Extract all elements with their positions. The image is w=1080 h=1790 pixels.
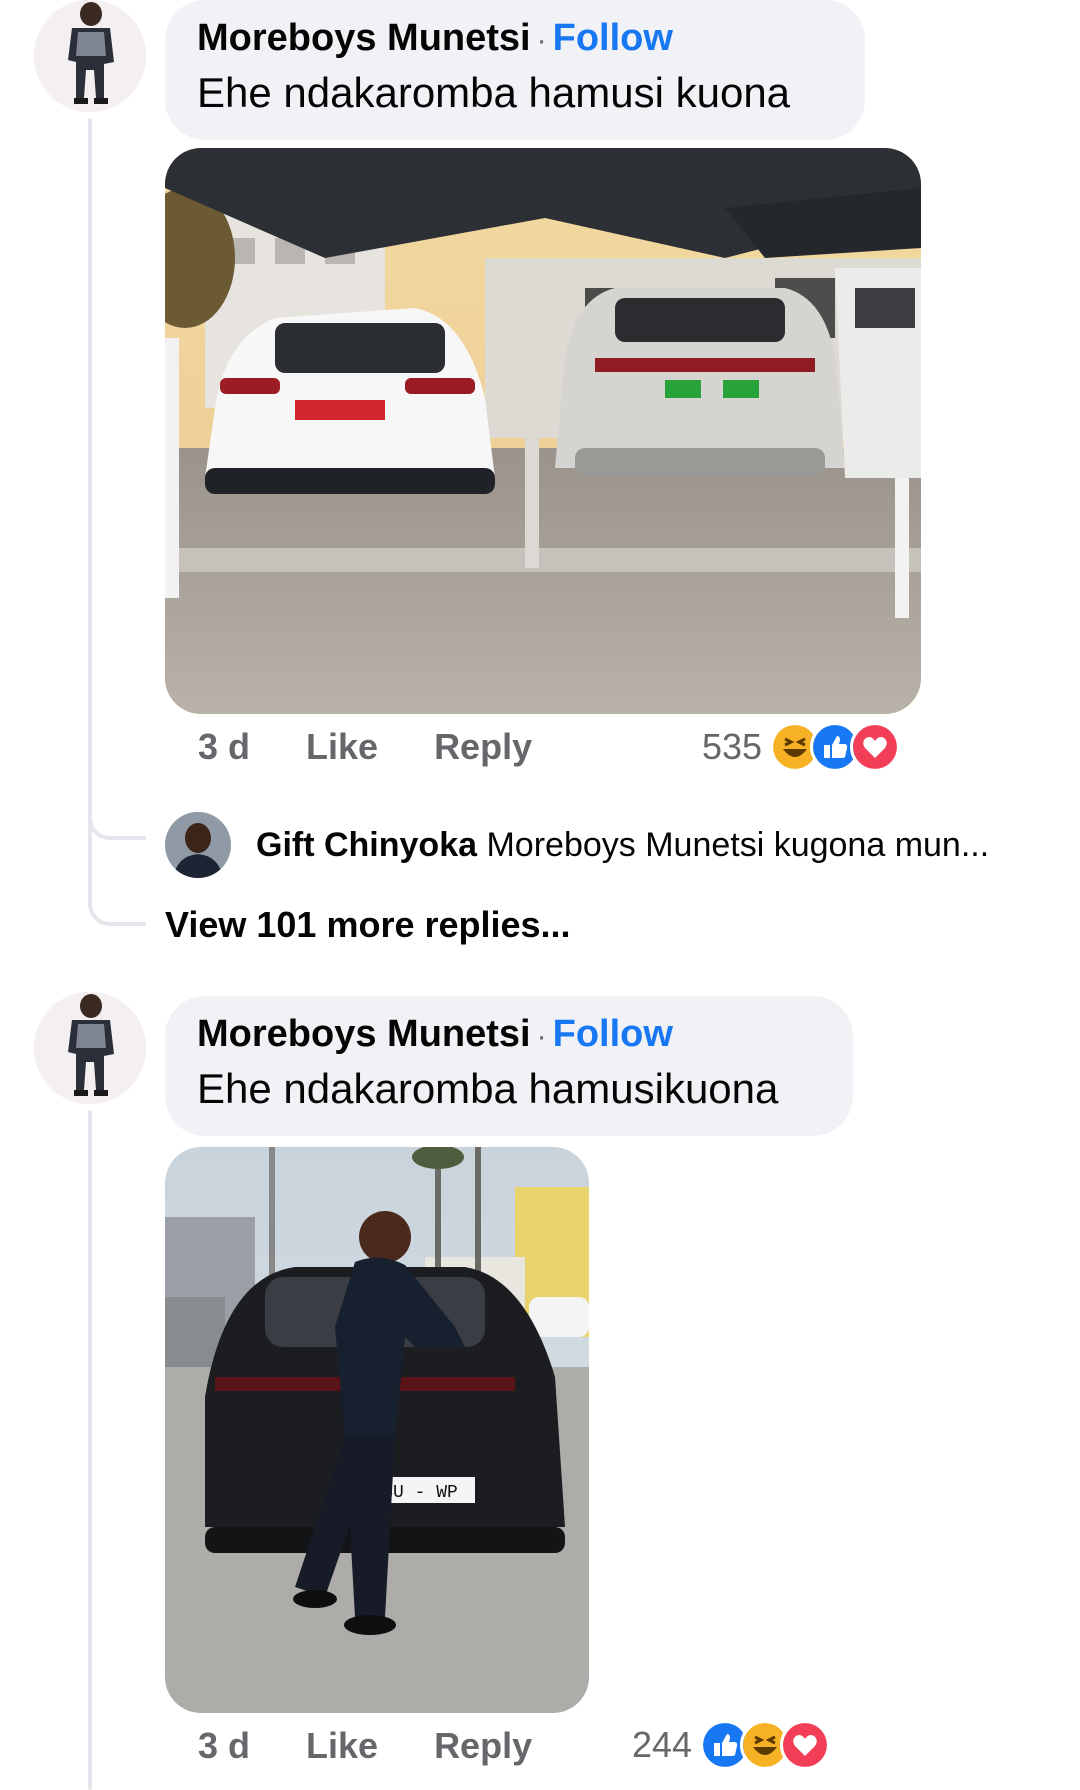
avatar[interactable] [34, 992, 146, 1104]
person-avatar-icon [34, 0, 146, 112]
comment-time: 3 d [198, 1725, 251, 1766]
parked-cars-image [165, 148, 921, 714]
thread-line [88, 1110, 92, 1790]
person-avatar-icon [165, 812, 231, 878]
comment-header: Moreboys Munetsi · Follow [197, 1010, 821, 1061]
reply-preview[interactable]: Gift Chinyoka Moreboys Munetsi kugona mu… [256, 823, 989, 867]
comment-bubble: Moreboys Munetsi · Follow Ehe ndakaromba h… [165, 0, 865, 140]
reaction-summary[interactable]: 535 [702, 722, 901, 772]
like-button[interactable]: Like [306, 1725, 378, 1767]
follow-button[interactable]: Follow [553, 17, 673, 59]
comment-photo-cars[interactable] [165, 148, 921, 714]
reply-text: Moreboys Munetsi kugona mun... [486, 826, 990, 864]
reaction-summary[interactable]: 244 [632, 1720, 831, 1770]
comment-actions: 3 d Like Reply [198, 726, 588, 768]
reply-button[interactable]: Reply [434, 1725, 532, 1767]
comment-author[interactable]: Moreboys Munetsi [197, 1013, 531, 1055]
separator-dot: · [536, 1020, 547, 1053]
reply-avatar[interactable] [165, 812, 231, 878]
view-more-connector [88, 840, 146, 926]
comment-text: Ehe ndakaromba hamusi kuona [197, 69, 791, 116]
reaction-count: 244 [632, 1724, 693, 1765]
comment-text: Ehe ndakaromba hamusikuona [197, 1065, 779, 1112]
avatar[interactable] [34, 0, 146, 112]
comment-header: Moreboys Munetsi · Follow [197, 14, 833, 65]
follow-button[interactable]: Follow [553, 1013, 673, 1055]
reply-connector [88, 790, 146, 840]
comment-photo-porsche[interactable]: SU - WP [165, 1147, 589, 1713]
reaction-count: 535 [702, 726, 763, 767]
reply-author[interactable]: Gift Chinyoka [256, 826, 477, 864]
reply-button[interactable]: Reply [434, 726, 532, 768]
comment-actions: 3 d Like Reply [198, 1725, 588, 1767]
comment-bubble: Moreboys Munetsi · Follow Ehe ndakaromba h… [165, 996, 853, 1136]
separator-dot: · [536, 24, 547, 57]
man-with-car-image: SU - WP [165, 1147, 589, 1713]
comment-author[interactable]: Moreboys Munetsi [197, 17, 531, 59]
license-plate: SU - WP [382, 1483, 458, 1503]
person-avatar-icon [34, 992, 146, 1104]
comment-time: 3 d [198, 726, 251, 767]
love-icon [850, 722, 901, 772]
love-icon [780, 1720, 831, 1770]
view-more-replies[interactable]: View 101 more replies... [165, 904, 571, 946]
like-button[interactable]: Like [306, 726, 378, 768]
